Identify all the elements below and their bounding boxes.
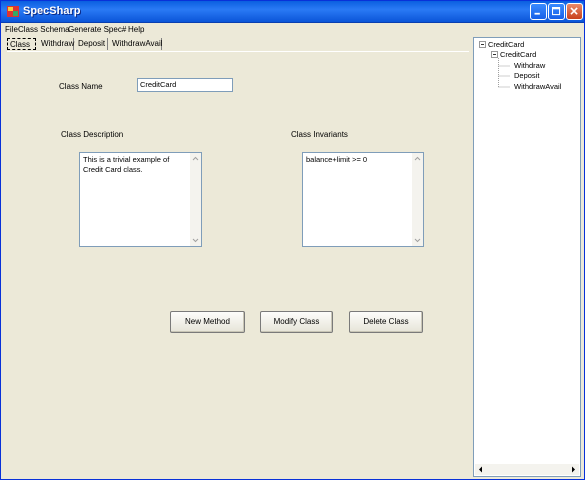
title-bar[interactable]: SpecSharp: [1, 1, 584, 23]
menu-help[interactable]: Help: [128, 25, 144, 34]
description-scrollbar[interactable]: [190, 153, 201, 246]
class-description-label: Class Description: [61, 130, 124, 139]
scroll-up-icon: [414, 156, 421, 161]
collapse-icon: [481, 44, 484, 45]
scroll-left-icon: [479, 466, 482, 473]
modify-class-button[interactable]: Modify Class: [260, 311, 333, 333]
class-tree-view[interactable]: CreditCard CreditCard Withdraw Deposit W…: [473, 37, 581, 477]
delete-class-button[interactable]: Delete Class: [349, 311, 423, 333]
tab-withdrawavail[interactable]: WithdrawAvail: [110, 38, 163, 50]
tree-expander-root[interactable]: [479, 41, 486, 48]
class-invariants-textarea[interactable]: balance+limit >= 0: [302, 152, 424, 247]
class-description-textarea[interactable]: This is a trivial example of Credit Card…: [79, 152, 202, 247]
tree-expander-child[interactable]: [491, 51, 498, 58]
maximize-icon: [552, 7, 561, 16]
minimize-button[interactable]: [530, 3, 547, 20]
tab-withdraw[interactable]: Withdraw: [39, 38, 74, 50]
tree-item-withdraw[interactable]: Withdraw: [514, 61, 545, 70]
close-icon: [570, 7, 578, 15]
menu-class-schema[interactable]: Class Schema: [18, 25, 70, 34]
collapse-icon: [493, 54, 496, 55]
new-method-button[interactable]: New Method: [170, 311, 245, 333]
class-invariants-label: Class Invariants: [291, 130, 348, 139]
class-name-label: Class Name: [59, 82, 103, 91]
main-window: SpecSharp File Class Schema Generate Spe…: [0, 0, 585, 480]
app-icon: [7, 6, 19, 17]
menu-file[interactable]: File: [5, 25, 18, 34]
class-tab-panel: Class Name CreditCard Class Description …: [7, 51, 469, 478]
minimize-icon: [534, 12, 540, 15]
tab-class[interactable]: Class: [7, 38, 36, 50]
tree-item-withdrawavail[interactable]: WithdrawAvail: [514, 82, 561, 91]
menu-generate-spec[interactable]: Generate Spec#: [68, 25, 126, 34]
tab-deposit[interactable]: Deposit: [76, 38, 108, 50]
window-title: SpecSharp: [23, 5, 81, 17]
scroll-down-icon: [192, 238, 199, 243]
tree-horizontal-scrollbar[interactable]: [475, 464, 579, 475]
scroll-up-icon: [192, 156, 199, 161]
tree-item-deposit[interactable]: Deposit: [514, 71, 539, 80]
close-button[interactable]: [566, 3, 583, 20]
maximize-button[interactable]: [548, 3, 565, 20]
scroll-right-icon: [572, 466, 575, 473]
scroll-down-icon: [414, 238, 421, 243]
class-description-text: This is a trivial example of Credit Card…: [83, 155, 170, 174]
tree-item-root[interactable]: CreditCard: [488, 40, 524, 49]
invariants-scrollbar[interactable]: [412, 153, 423, 246]
class-name-input[interactable]: CreditCard: [137, 78, 233, 92]
menu-bar: File Class Schema Generate Spec# Help: [1, 23, 584, 36]
class-invariants-text: balance+limit >= 0: [306, 155, 368, 164]
